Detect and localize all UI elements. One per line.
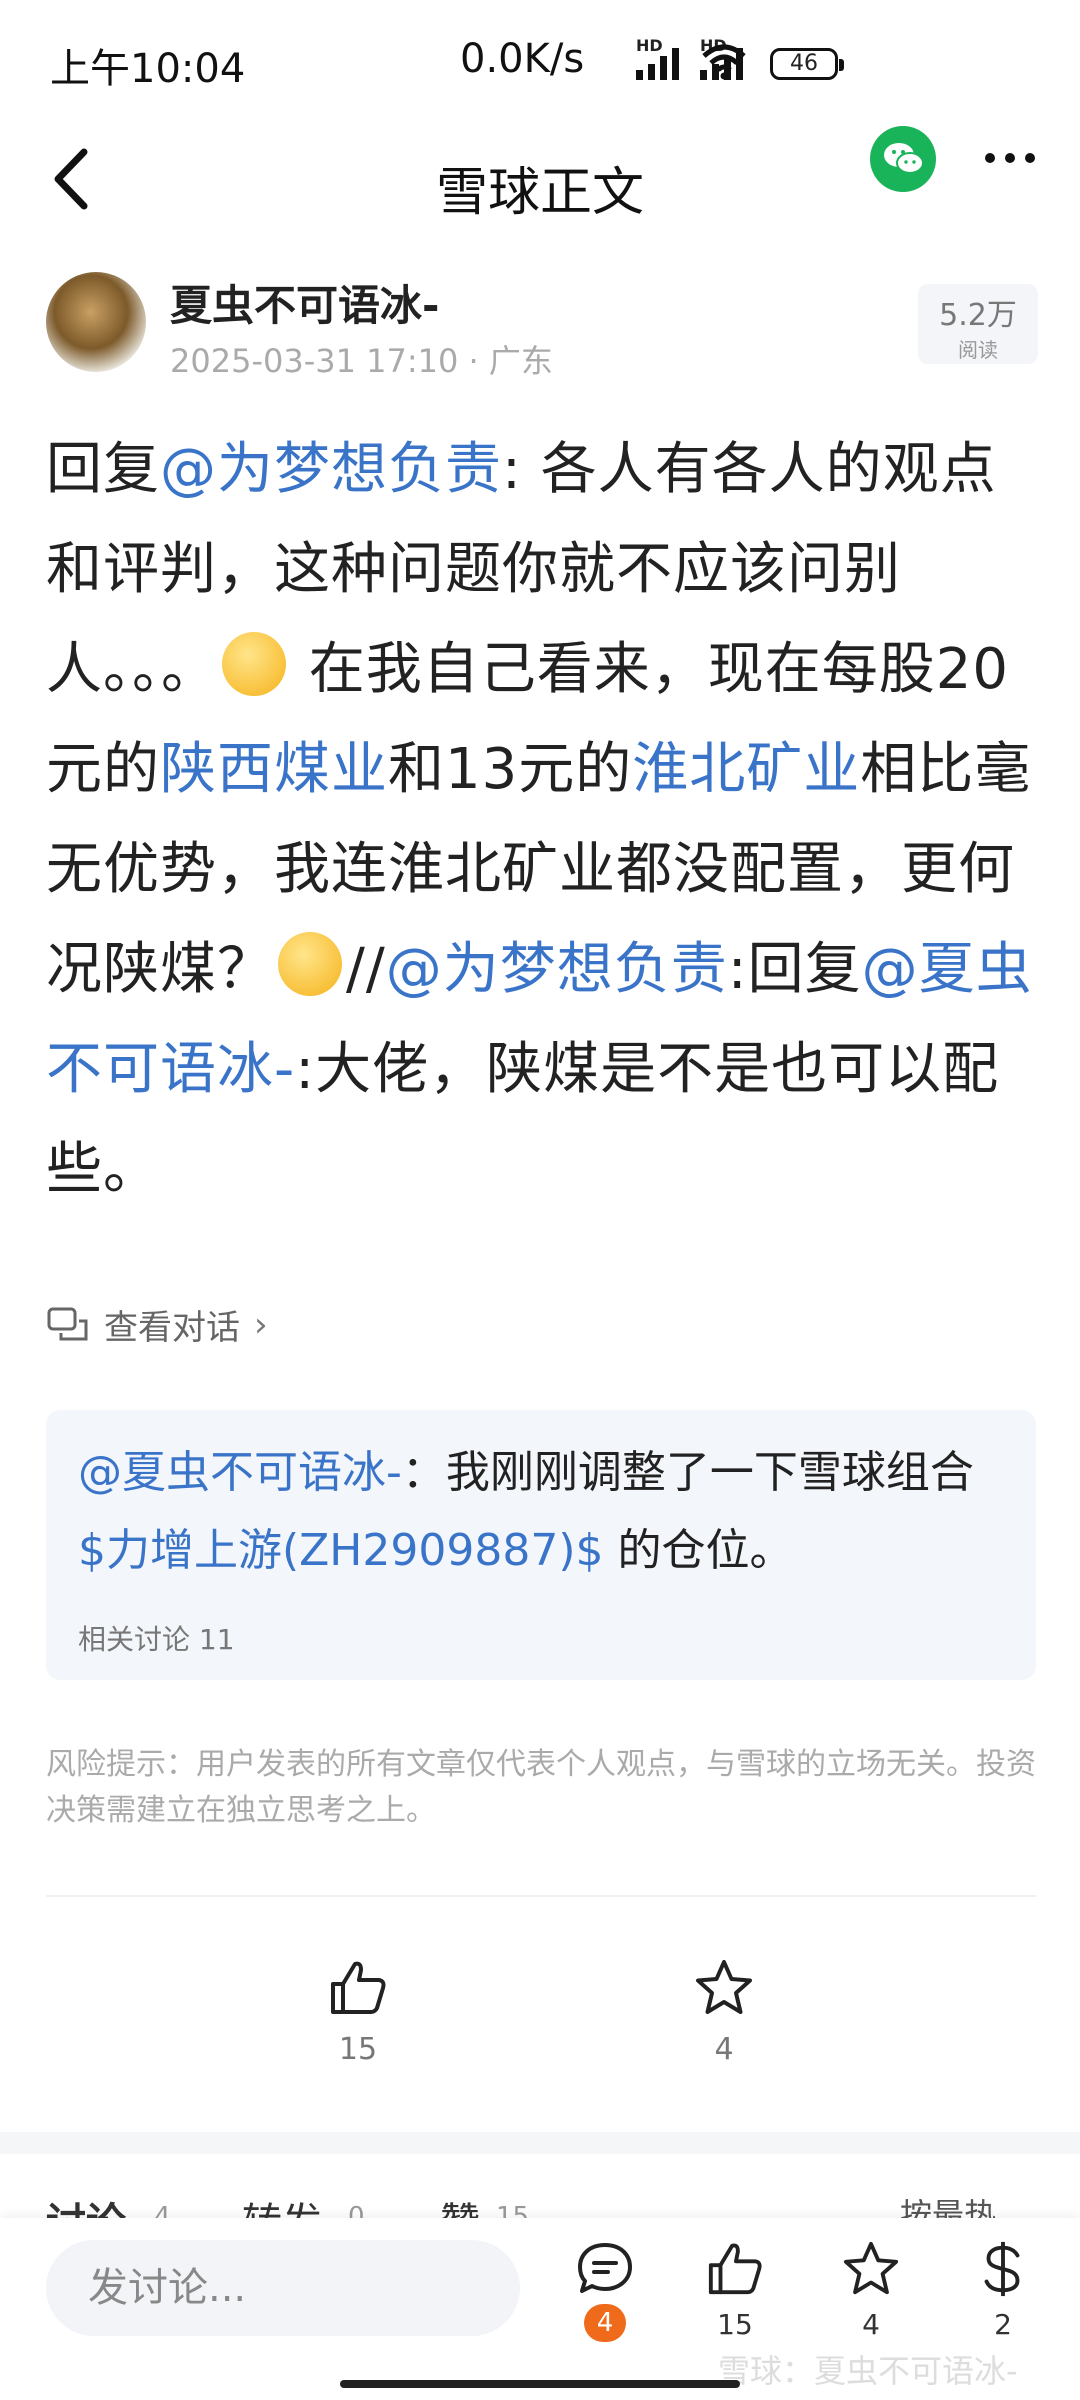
section-separator bbox=[0, 2132, 1080, 2154]
quote-body: 的仓位。 bbox=[603, 1525, 794, 1576]
post-text: // bbox=[346, 937, 386, 1002]
divider bbox=[46, 1895, 1036, 1897]
portfolio-link[interactable]: $力增上游(ZH2909887)$ bbox=[78, 1525, 604, 1576]
quote-card[interactable]: @夏虫不可语冰-：我刚刚调整了一下雪球组合 $力增上游(ZH2909887)$ … bbox=[46, 1410, 1036, 1680]
network-speed: 0.0K/s bbox=[460, 36, 585, 82]
author-name[interactable]: 夏虫不可语冰- bbox=[170, 272, 439, 333]
reward-button[interactable]: 2 bbox=[958, 2240, 1048, 2341]
like-button[interactable]: 15 bbox=[278, 1958, 438, 2067]
stock-link[interactable]: 淮北矿业 bbox=[632, 737, 860, 802]
laughing-emoji-icon bbox=[278, 932, 342, 996]
risk-notice: 风险提示：用户发表的所有文章仅代表个人观点，与雪球的立场无关。投资决策需建立在独… bbox=[46, 1747, 1036, 1828]
bottom-favorite-button[interactable]: 4 bbox=[826, 2240, 916, 2341]
mention-link[interactable]: @为梦想负责 bbox=[386, 937, 728, 1002]
comment-input[interactable]: 发讨论... bbox=[46, 2240, 520, 2336]
comment-button[interactable]: 4 bbox=[560, 2240, 650, 2342]
favorite-button[interactable]: 4 bbox=[644, 1958, 804, 2067]
comment-icon bbox=[578, 2243, 632, 2293]
mention-link[interactable]: @夏虫不可语冰- bbox=[78, 1447, 402, 1498]
post-text: 和13元的 bbox=[388, 737, 633, 802]
bottom-favorite-count: 4 bbox=[862, 2308, 880, 2341]
stock-link[interactable]: 陕西煤业 bbox=[160, 737, 388, 802]
view-conversation-link[interactable]: 查看对话 › bbox=[46, 1300, 268, 1349]
favorite-count: 4 bbox=[714, 2032, 734, 2067]
comment-count-badge: 4 bbox=[584, 2304, 626, 2342]
read-label: 阅读 bbox=[958, 338, 998, 362]
post-location: 广东 bbox=[488, 342, 553, 380]
chevron-right-icon: › bbox=[254, 1304, 268, 1345]
status-bar: 上午10:04 0.0K/s HD HD 46 bbox=[0, 0, 1080, 120]
star-icon bbox=[696, 1960, 752, 2014]
wechat-share-button[interactable] bbox=[870, 126, 936, 192]
like-count: 15 bbox=[338, 2032, 378, 2067]
post-text: :回复 bbox=[727, 937, 862, 1002]
quote-text: @夏虫不可语冰-：我刚刚调整了一下雪球组合 $力增上游(ZH2909887)$ … bbox=[78, 1434, 1018, 1590]
post-body: 回复@为梦想负责: 各人有各人的观点和评判，这种问题你就不应该问别人。。。 在我… bbox=[46, 420, 1036, 1220]
post-date: 2025-03-31 17:10 bbox=[170, 342, 459, 380]
smirk-emoji-icon bbox=[222, 632, 286, 696]
meta-separator: · bbox=[468, 342, 479, 380]
bottom-like-button[interactable]: 15 bbox=[690, 2240, 780, 2341]
post-text: 回复 bbox=[46, 437, 160, 502]
battery-icon: 46 bbox=[770, 48, 844, 80]
home-indicator[interactable] bbox=[340, 2380, 740, 2388]
quote-colon: ： bbox=[401, 1447, 446, 1498]
status-time: 上午10:04 bbox=[50, 46, 246, 92]
view-conversation-label: 查看对话 bbox=[104, 1308, 240, 1348]
post-meta: 2025-03-31 17:10 · 广东 bbox=[170, 336, 553, 382]
dollar-icon bbox=[984, 2241, 1020, 2297]
chat-bubbles-icon bbox=[47, 1307, 88, 1340]
more-dots-icon[interactable] bbox=[980, 140, 1040, 176]
read-count: 5.2万 bbox=[939, 298, 1017, 333]
bottom-like-count: 15 bbox=[717, 2308, 753, 2341]
wechat-icon bbox=[884, 143, 924, 174]
mention-link[interactable]: @为梦想负责 bbox=[160, 437, 502, 502]
thumbs-up-icon bbox=[708, 2243, 762, 2295]
read-count-badge: 5.2万 阅读 bbox=[918, 284, 1038, 364]
wifi-icon bbox=[702, 44, 746, 80]
avatar[interactable] bbox=[46, 272, 146, 372]
reward-count: 2 bbox=[994, 2308, 1012, 2341]
quote-body: 我刚刚调整了一下雪球组合 bbox=[445, 1447, 974, 1498]
star-icon bbox=[843, 2241, 899, 2295]
signal-icon: HD bbox=[636, 36, 679, 80]
related-discussions[interactable]: 相关讨论 11 bbox=[78, 1618, 235, 1658]
thumbs-up-icon bbox=[331, 1961, 386, 2014]
watermark: 雪球：夏虫不可语冰- bbox=[718, 2352, 1018, 2390]
